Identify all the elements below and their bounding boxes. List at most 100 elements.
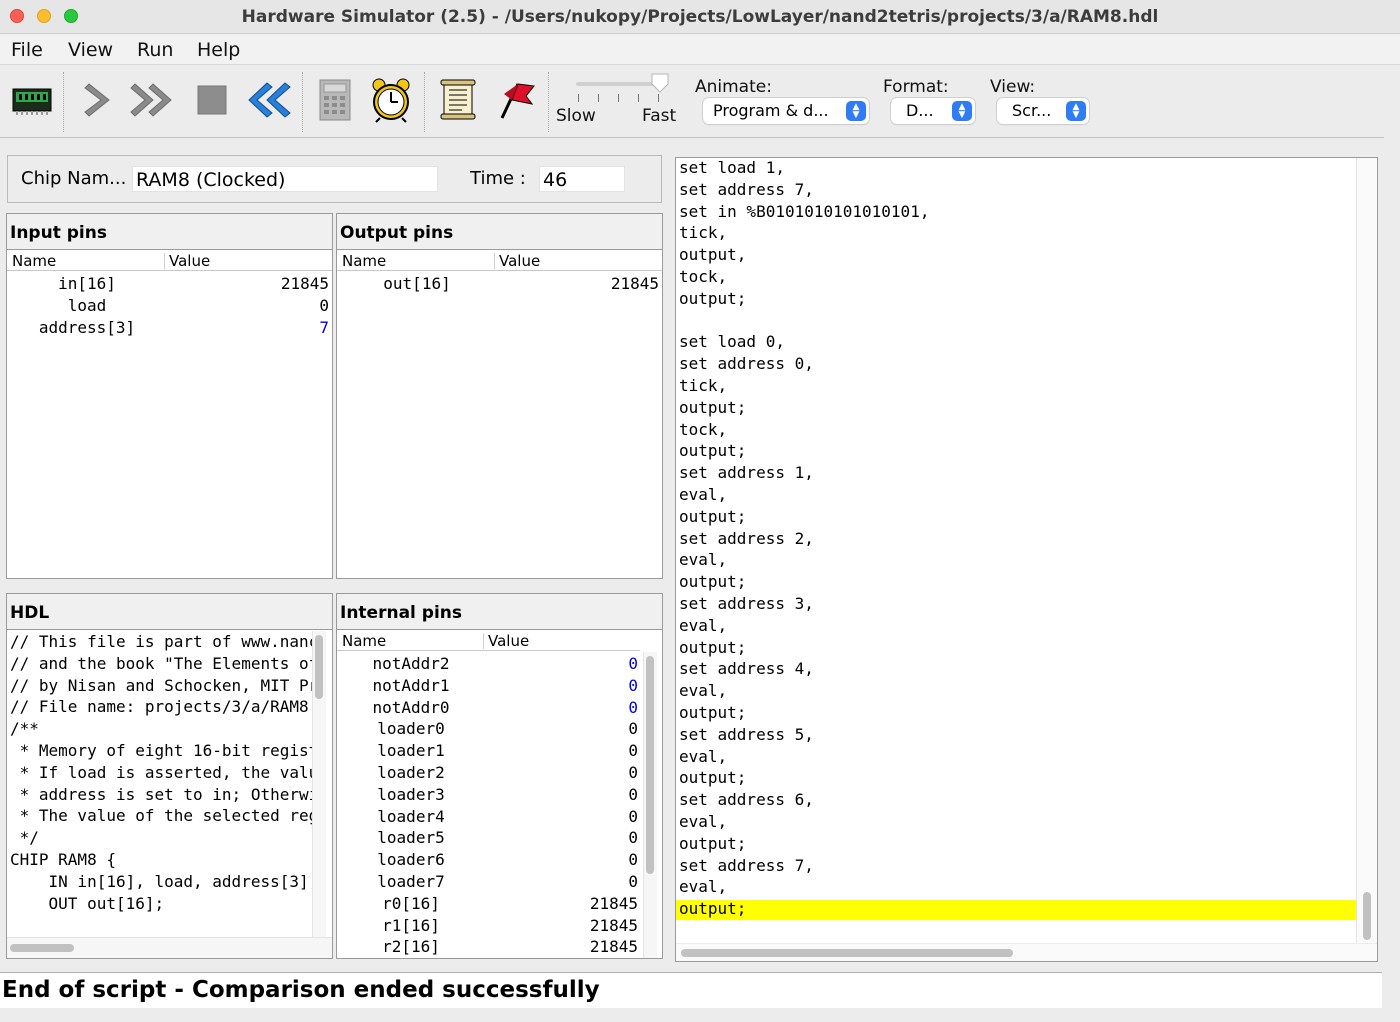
script-line: set address 7, bbox=[679, 179, 814, 199]
internal-pin-value: 0 bbox=[628, 850, 638, 870]
hdl-vertical-scrollbar[interactable] bbox=[312, 631, 326, 937]
chevron-updown-icon: ▲ ▼ bbox=[1066, 101, 1086, 121]
script-vertical-scrollbar[interactable] bbox=[1356, 158, 1377, 943]
view-select[interactable]: Scr... ▲ ▼ bbox=[997, 98, 1089, 124]
internal-pin-name: r2[16] bbox=[382, 937, 440, 957]
stop-icon[interactable] bbox=[188, 76, 236, 124]
script-line: set address 4, bbox=[679, 659, 814, 679]
speed-slider-thumb[interactable] bbox=[650, 72, 670, 94]
hdl-code-line: // by Nisan and Schocken, MIT Pr bbox=[10, 675, 312, 695]
script-line: set address 5, bbox=[679, 724, 814, 744]
clock-icon[interactable] bbox=[367, 76, 415, 124]
hdl-code-line: */ bbox=[10, 828, 39, 848]
hdl-code-line: * Memory of eight 16-bit regist bbox=[10, 741, 312, 760]
animate-label: Animate: bbox=[695, 77, 772, 97]
input-pin-value[interactable]: 0 bbox=[167, 296, 329, 318]
script-line: eval, bbox=[679, 812, 728, 831]
animate-select[interactable]: Program & d... ▲ ▼ bbox=[703, 98, 869, 124]
hdl-code-line: CHIP RAM8 { bbox=[10, 850, 116, 869]
toolbar-separator bbox=[548, 72, 549, 132]
script-line: output; bbox=[679, 506, 747, 526]
internal-pins-vertical-scrollbar[interactable] bbox=[643, 652, 657, 958]
internal-pin-name: notAddr2 bbox=[372, 654, 450, 673]
toolbar: Slow Fast Animate: Program & d... ▲ ▼ For… bbox=[0, 66, 1384, 138]
internal-pin-value: 21845 bbox=[589, 893, 638, 913]
script-hscroll-thumb[interactable] bbox=[681, 949, 1013, 957]
title-bar: Hardware Simulator (2.5) - /Users/nukopy… bbox=[0, 0, 1400, 34]
script-icon[interactable] bbox=[434, 76, 482, 124]
internal-pin-name: loader4 bbox=[377, 806, 445, 826]
hdl-code-line: OUT out[16]; bbox=[10, 893, 165, 913]
script-line: output; bbox=[679, 572, 747, 592]
internal-pins-vscroll-thumb[interactable] bbox=[646, 656, 654, 874]
toolbar-separator bbox=[424, 72, 425, 132]
toolbar-separator bbox=[63, 72, 64, 132]
hdl-code-view[interactable]: // This file is part of www.nanc // and t… bbox=[7, 631, 312, 937]
script-line: eval, bbox=[679, 550, 728, 570]
hdl-vscroll-thumb[interactable] bbox=[315, 635, 323, 699]
breakpoint-flag-icon[interactable] bbox=[490, 76, 538, 124]
chip-name-field: RAM8 (Clocked) bbox=[132, 166, 438, 192]
script-panel: set load 1, set address 7, set in %B010101… bbox=[675, 157, 1378, 962]
col-name-header[interactable]: Name bbox=[12, 252, 56, 270]
hdl-code-line: /** bbox=[10, 719, 39, 739]
run-icon[interactable] bbox=[128, 76, 176, 124]
menu-run[interactable]: Run bbox=[137, 39, 173, 61]
animate-select-value: Program & d... bbox=[713, 101, 829, 120]
hdl-panel: HDL // This file is part of www.nanc // a… bbox=[6, 593, 333, 959]
script-line: output; bbox=[679, 288, 747, 308]
menu-file[interactable]: File bbox=[11, 39, 43, 61]
reset-icon[interactable] bbox=[244, 76, 292, 124]
input-pin-name: in[16] bbox=[58, 274, 116, 293]
speed-slow-label: Slow bbox=[556, 106, 596, 126]
internal-pin-name: loader5 bbox=[377, 828, 445, 848]
internal-pin-name: loader1 bbox=[377, 741, 445, 761]
internal-pin-value: 0 bbox=[628, 741, 638, 761]
script-line: set load 0, bbox=[679, 332, 785, 352]
menu-help[interactable]: Help bbox=[197, 39, 240, 61]
script-horizontal-scrollbar[interactable] bbox=[676, 943, 1377, 961]
chip-info-bar: Chip Nam... RAM8 (Clocked) Time : 46 bbox=[7, 155, 662, 203]
internal-pin-value: 0 bbox=[628, 828, 638, 848]
view-label: View: bbox=[990, 77, 1036, 97]
speed-slider[interactable] bbox=[574, 73, 670, 108]
col-name-header[interactable]: Name bbox=[342, 252, 386, 270]
input-pin-value[interactable]: 21845 bbox=[167, 274, 329, 296]
hdl-hscroll-thumb[interactable] bbox=[10, 944, 74, 952]
col-value-header[interactable]: Value bbox=[499, 252, 540, 270]
menu-bar: File View Run Help bbox=[0, 35, 1400, 65]
single-step-icon[interactable] bbox=[74, 76, 122, 124]
internal-pin-name: loader7 bbox=[377, 872, 445, 891]
script-line: set address 7, bbox=[679, 855, 814, 875]
col-value-header[interactable]: Value bbox=[488, 632, 529, 650]
script-line: tick, bbox=[679, 376, 728, 395]
calculator-icon[interactable] bbox=[311, 76, 359, 124]
internal-pin-name: r0[16] bbox=[382, 893, 440, 913]
script-vscroll-thumb[interactable] bbox=[1363, 892, 1371, 940]
load-chip-icon[interactable] bbox=[8, 76, 56, 124]
script-line: tock, bbox=[679, 267, 728, 286]
script-line: eval, bbox=[679, 746, 728, 766]
output-pins-panel: Output pins Name Value out[16] 21845 bbox=[336, 213, 663, 579]
internal-pin-name: notAddr1 bbox=[372, 675, 450, 695]
status-bar: End of script - Comparison ended success… bbox=[0, 972, 1382, 1008]
output-pin-name: out[16] bbox=[383, 274, 451, 293]
chevron-updown-icon: ▲ ▼ bbox=[952, 101, 972, 121]
col-value-header[interactable]: Value bbox=[169, 252, 210, 270]
format-select[interactable]: D... ▲ ▼ bbox=[891, 98, 975, 124]
internal-pins-columns: Name Value bbox=[337, 631, 640, 651]
hdl-horizontal-scrollbar[interactable] bbox=[7, 937, 332, 958]
col-name-header[interactable]: Name bbox=[342, 632, 386, 650]
script-line: output; bbox=[679, 397, 747, 417]
input-pin-value[interactable]: 7 bbox=[167, 318, 329, 340]
script-line: output; bbox=[679, 768, 747, 788]
menu-view[interactable]: View bbox=[68, 39, 113, 61]
script-line: output; bbox=[679, 637, 747, 657]
time-field: 46 bbox=[539, 166, 625, 192]
script-line: output; bbox=[679, 703, 747, 722]
internal-pin-value: 0 bbox=[628, 697, 638, 717]
format-label: Format: bbox=[883, 77, 949, 97]
internal-pin-name: loader2 bbox=[377, 763, 445, 782]
hdl-title: HDL bbox=[7, 594, 332, 630]
script-line: output, bbox=[679, 245, 747, 265]
